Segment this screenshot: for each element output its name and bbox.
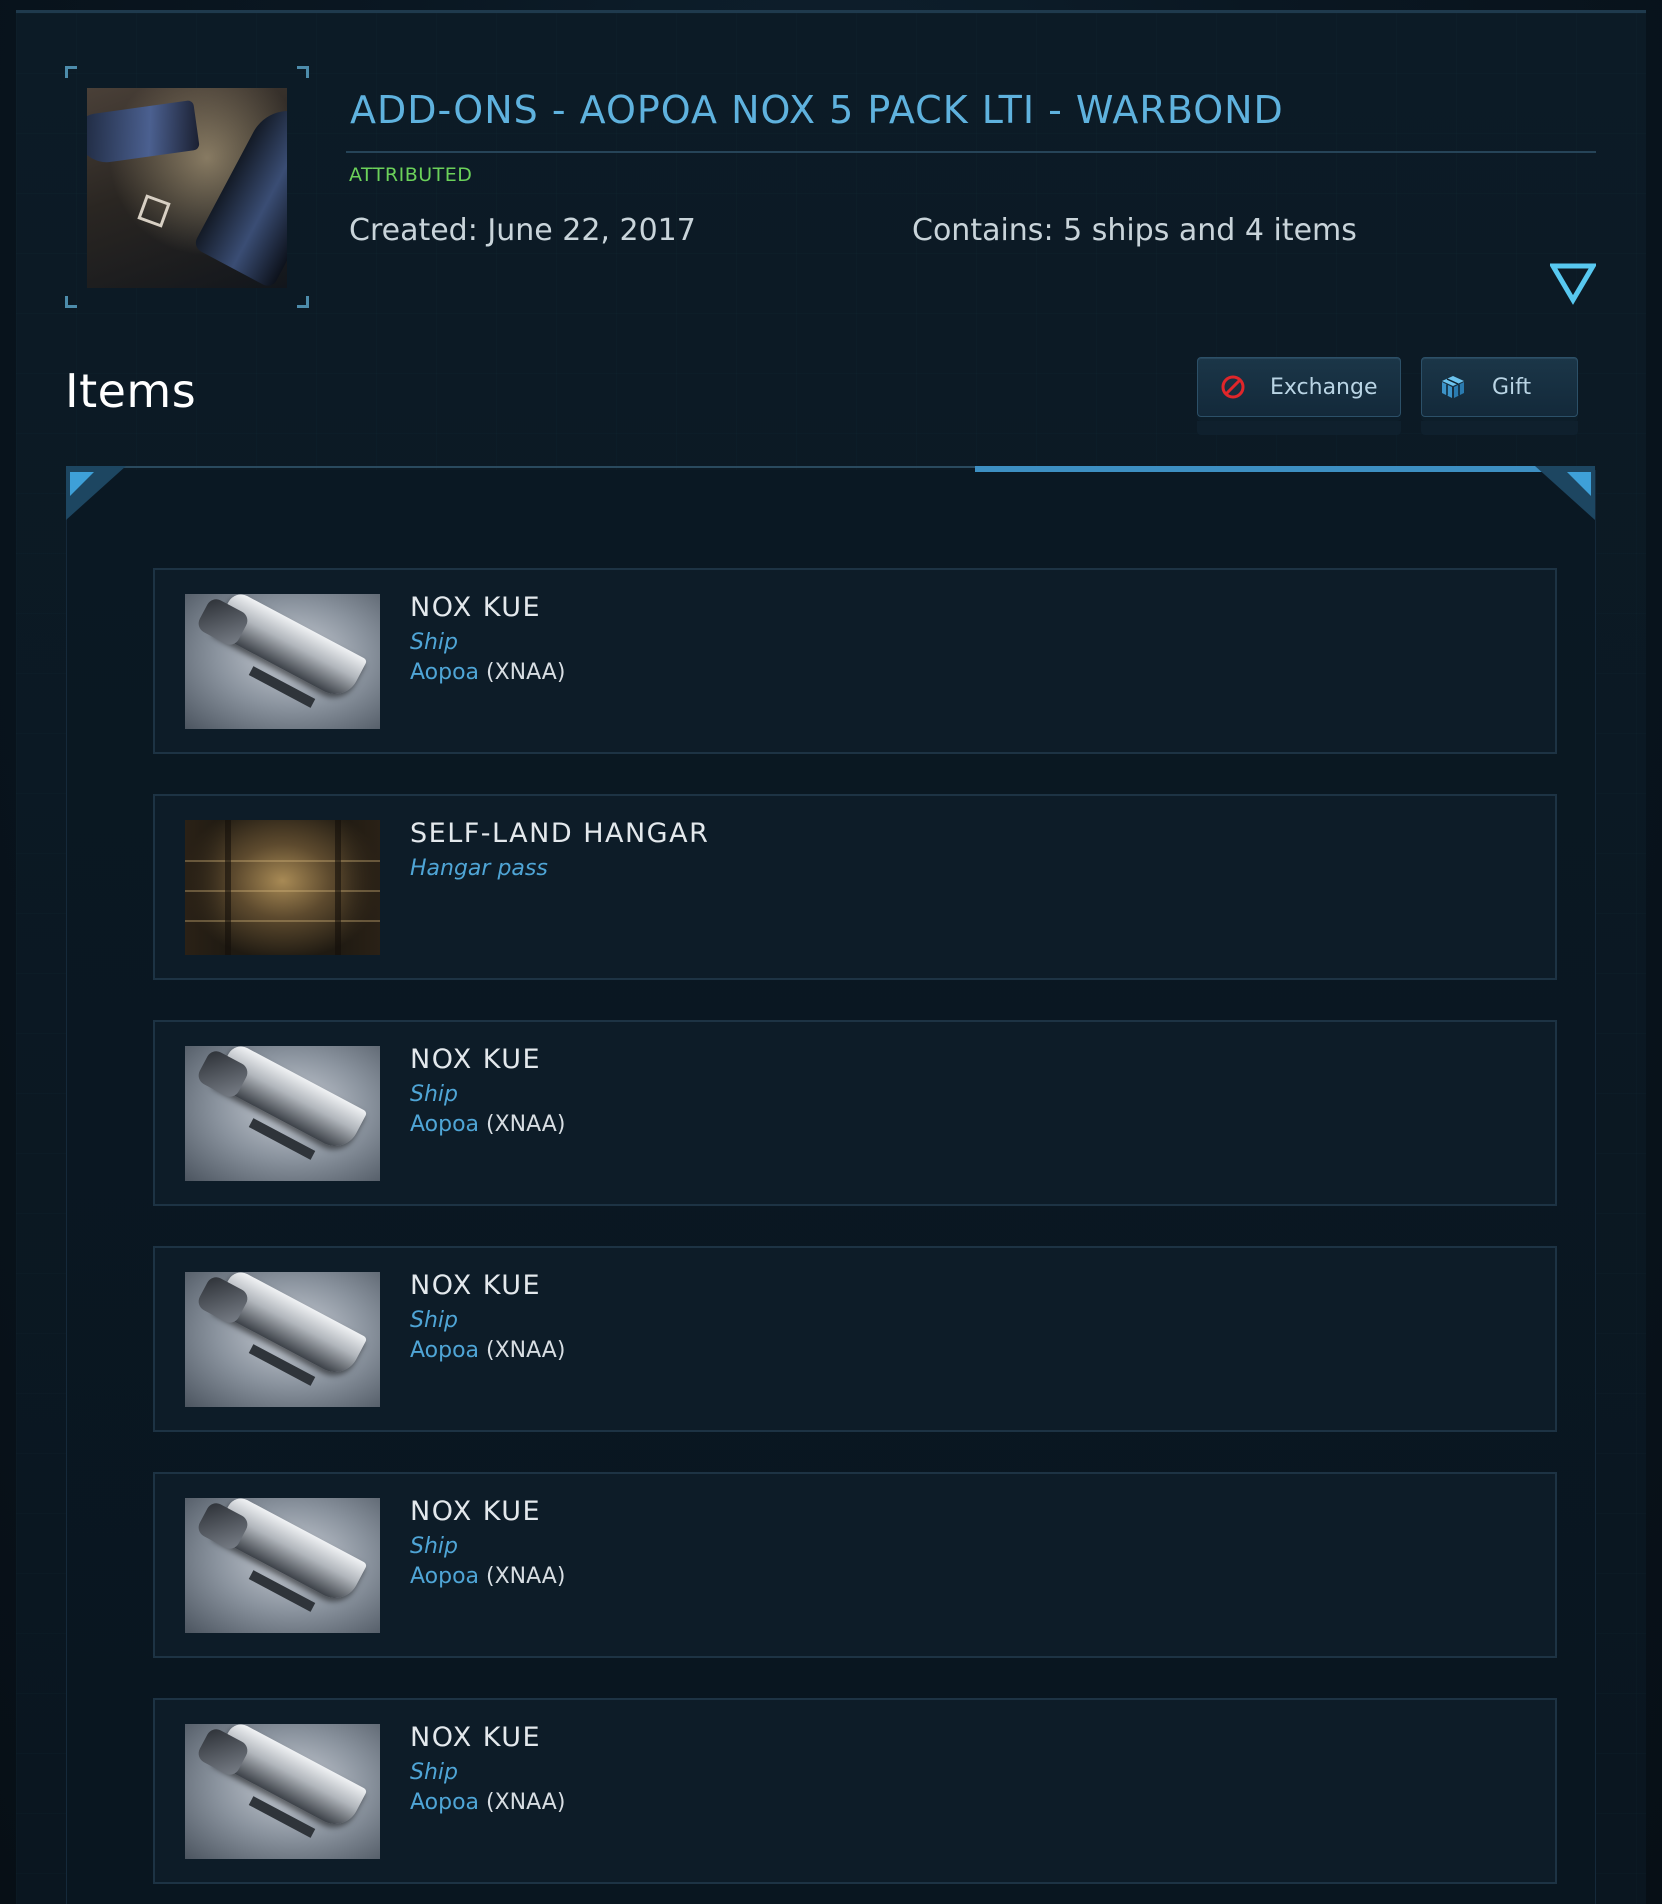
item-manufacturer: Aopoa (XNAA)	[410, 1564, 565, 1589]
frame-corner	[65, 66, 77, 78]
item-card[interactable]: NOX KUE Ship Aopoa (XNAA)	[153, 1698, 1557, 1884]
item-name: NOX KUE	[410, 592, 542, 623]
button-base	[1197, 421, 1401, 435]
item-name: SELF-LAND HANGAR	[410, 818, 710, 849]
pledge-thumbnail	[65, 66, 309, 308]
item-type: Ship	[410, 630, 458, 655]
item-manufacturer: Aopoa (XNAA)	[410, 1338, 565, 1363]
item-card[interactable]: NOX KUE Ship Aopoa (XNAA)	[153, 1020, 1557, 1206]
gift-button[interactable]: Gift	[1421, 357, 1578, 417]
items-heading: Items	[65, 364, 197, 418]
item-name: NOX KUE	[410, 1722, 542, 1753]
item-type: Ship	[410, 1760, 458, 1785]
item-manufacturer: Aopoa (XNAA)	[410, 1112, 565, 1137]
item-type: Ship	[410, 1534, 458, 1559]
pledge-title: ADD-ONS - AOPOA NOX 5 PACK LTI - WARBOND	[350, 88, 1284, 132]
hangar-light	[185, 860, 380, 862]
corner-bracket-icon	[1535, 466, 1595, 520]
ship-thumbnail	[185, 1724, 380, 1859]
item-type: Ship	[410, 1308, 458, 1333]
tab-divider	[66, 466, 976, 468]
hangar-light	[185, 890, 380, 892]
item-name: NOX KUE	[410, 1044, 542, 1075]
item-card[interactable]: NOX KUE Ship Aopoa (XNAA)	[153, 1472, 1557, 1658]
item-name: NOX KUE	[410, 1270, 542, 1301]
gift-cube-icon	[1442, 376, 1464, 398]
prohibited-icon	[1221, 375, 1245, 399]
hangar-pillar	[225, 820, 231, 955]
manufacturer-name: Aopoa	[410, 1338, 480, 1363]
manufacturer-code: (XNAA)	[486, 660, 566, 685]
pledge-page: ADD-ONS - AOPOA NOX 5 PACK LTI - WARBOND…	[0, 0, 1662, 1904]
title-divider	[346, 151, 1596, 153]
ship-shape	[87, 99, 200, 167]
exchange-label: Exchange	[1270, 374, 1378, 400]
hangar-thumbnail	[185, 820, 380, 955]
ship-thumbnail	[185, 594, 380, 729]
manufacturer-code: (XNAA)	[486, 1112, 566, 1137]
item-name: NOX KUE	[410, 1496, 542, 1527]
corner-bracket-icon	[66, 466, 126, 520]
manufacturer-code: (XNAA)	[486, 1564, 566, 1589]
manufacturer-code: (XNAA)	[486, 1338, 566, 1363]
manufacturer-name: Aopoa	[410, 1564, 480, 1589]
ship-thumbnail	[185, 1498, 380, 1633]
item-type: Ship	[410, 1082, 458, 1107]
status-badge: ATTRIBUTED	[349, 164, 473, 186]
frame-corner	[297, 66, 309, 78]
created-date: Created: June 22, 2017	[349, 213, 696, 248]
hangar-light	[185, 920, 380, 922]
item-card[interactable]: NOX KUE Ship Aopoa (XNAA)	[153, 568, 1557, 754]
item-type: Hangar pass	[410, 856, 548, 881]
item-card[interactable]: NOX KUE Ship Aopoa (XNAA)	[153, 1246, 1557, 1432]
ship-thumbnail	[185, 1272, 380, 1407]
button-base	[1421, 421, 1578, 435]
hangar-pillar	[335, 820, 341, 955]
active-tab-indicator	[975, 466, 1595, 472]
gift-label: Gift	[1492, 374, 1532, 400]
manufacturer-code: (XNAA)	[486, 1790, 566, 1815]
frame-corner	[297, 296, 309, 308]
manufacturer-name: Aopoa	[410, 1790, 480, 1815]
manufacturer-name: Aopoa	[410, 1112, 480, 1137]
item-manufacturer: Aopoa (XNAA)	[410, 1790, 565, 1815]
pledge-image	[87, 88, 287, 288]
frame-corner	[65, 296, 77, 308]
item-manufacturer: Aopoa (XNAA)	[410, 660, 565, 685]
item-card[interactable]: SELF-LAND HANGAR Hangar pass	[153, 794, 1557, 980]
collapse-triangle-icon[interactable]	[1550, 262, 1596, 306]
ship-shape	[192, 96, 287, 288]
exchange-button[interactable]: Exchange	[1197, 357, 1401, 417]
landing-pad-marker	[137, 194, 171, 228]
manufacturer-name: Aopoa	[410, 660, 480, 685]
ship-thumbnail	[185, 1046, 380, 1181]
contents-summary: Contains: 5 ships and 4 items	[912, 213, 1357, 248]
